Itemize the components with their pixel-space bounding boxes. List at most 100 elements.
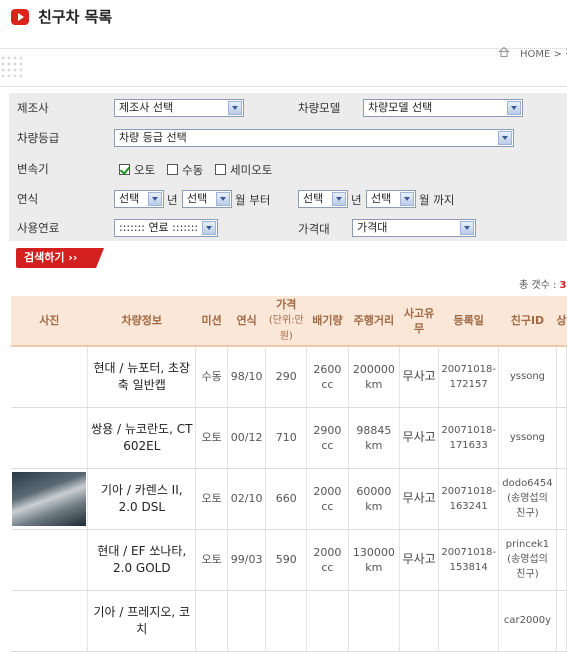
- header-car-info: 차량정보: [87, 296, 196, 347]
- extra-cell: [556, 468, 567, 530]
- grade-label: 차량등급: [17, 131, 60, 145]
- mileage-cell: 200000 km: [348, 346, 400, 408]
- photo-cell: [11, 468, 89, 530]
- to-month-value: 선택: [371, 192, 392, 205]
- accident-cell: 무사고: [399, 468, 440, 530]
- fuel-label: 사용연료: [17, 221, 60, 235]
- friend-id-cell: car2000y: [498, 590, 557, 652]
- chevron-down-icon[interactable]: [148, 192, 162, 206]
- registered-cell: [438, 590, 500, 652]
- results-table: 사진 차량정보 미션 연식 가격 (단위:만원) 배기량 주행거리 사고유무 등록…: [11, 296, 567, 652]
- from-year-select[interactable]: 선택: [114, 190, 164, 208]
- fuel-select[interactable]: ::::::: 연료 :::::::: [114, 219, 218, 237]
- price-range-select[interactable]: 가격대: [352, 219, 476, 237]
- header-year: 연식: [227, 296, 266, 347]
- chevron-down-icon[interactable]: [216, 192, 230, 206]
- year-cell: 98/10: [227, 346, 267, 408]
- chevron-down-icon[interactable]: [332, 192, 346, 206]
- page-title: 친구차 목록: [38, 8, 113, 26]
- from-year-unit: 년: [167, 193, 178, 207]
- breadcrumb[interactable]: HOME > 친: [520, 45, 567, 60]
- maker-select[interactable]: 제조사 선택: [114, 99, 244, 117]
- chevron-down-icon[interactable]: [460, 221, 474, 235]
- manual-checkbox[interactable]: [167, 164, 178, 175]
- chevron-down-icon[interactable]: [400, 192, 414, 206]
- mission-cell: 수동: [195, 346, 228, 408]
- friend-id-cell: yssong: [498, 346, 557, 408]
- table-row[interactable]: 쌍용 / 뉴코란도, CT 602EL 오토 00/12 710 2900 cc…: [11, 407, 567, 469]
- chevron-down-icon[interactable]: [498, 131, 512, 145]
- friend-id-cell: yssong: [498, 407, 557, 469]
- auto-checkbox-label: 오토: [134, 163, 156, 177]
- play-icon: [11, 9, 29, 25]
- fuel-select-value: ::::::: 연료 :::::::: [119, 221, 199, 234]
- car-info-link[interactable]: 쌍용 / 뉴코란도, CT 602EL: [87, 407, 197, 469]
- car-photo[interactable]: [12, 471, 87, 526]
- table-row[interactable]: 현대 / 뉴포터, 초장축 일반캡 수동 98/10 290 2600 cc 2…: [11, 346, 567, 408]
- to-month-select[interactable]: 선택: [366, 190, 416, 208]
- chevron-down-icon[interactable]: [507, 101, 521, 115]
- auto-checkbox[interactable]: [119, 164, 130, 175]
- friend-id-cell: princek1 (송영섭의 친구): [498, 529, 557, 591]
- home-icon: [498, 46, 510, 57]
- header-mileage: 주행거리: [348, 296, 400, 347]
- chevron-down-icon[interactable]: [202, 221, 216, 235]
- car-info-link[interactable]: 현대 / 뉴포터, 초장축 일반캡: [87, 346, 197, 408]
- car-info-link[interactable]: 기아 / 프레지오, 코치: [87, 590, 197, 652]
- price-cell: [265, 590, 308, 652]
- extra-cell: [556, 590, 567, 652]
- from-month-value: 선택: [187, 192, 208, 205]
- table-row[interactable]: 현대 / EF 쏘나타, 2.0 GOLD 오토 99/03 590 2000 …: [11, 529, 567, 591]
- header-friend-id: 친구ID: [498, 296, 557, 347]
- header-displacement: 배기량: [306, 296, 349, 347]
- to-year-select[interactable]: 선택: [298, 190, 348, 208]
- table-row[interactable]: 기아 / 프레지오, 코치 car2000y: [11, 590, 567, 652]
- from-month-select[interactable]: 선택: [182, 190, 232, 208]
- table-row[interactable]: 기아 / 카렌스 II, 2.0 DSL 오토 02/10 660 2000 c…: [11, 468, 567, 530]
- chevron-down-icon[interactable]: [228, 101, 242, 115]
- mileage-cell: 98845 km: [348, 407, 400, 469]
- mission-cell: 오토: [195, 407, 228, 469]
- mission-cell: 오토: [195, 529, 228, 591]
- displacement-cell: 2000 cc: [306, 468, 349, 530]
- from-month-unit: 월 부터: [235, 193, 271, 207]
- registered-cell: 20071018-163241: [438, 468, 500, 530]
- header-price: 가격 (단위:만원): [265, 296, 307, 347]
- registered-cell: 20071018-171633: [438, 407, 500, 469]
- friend-id-cell: dodo6454 (송영섭의 친구): [498, 468, 557, 530]
- maker-label: 제조사: [17, 101, 49, 115]
- displacement-cell: 2000 cc: [306, 529, 349, 591]
- manual-checkbox-label: 수동: [182, 163, 204, 177]
- model-select[interactable]: 차량모델 선택: [363, 99, 523, 117]
- photo-cell: [11, 590, 89, 652]
- displacement-cell: 2600 cc: [306, 346, 349, 408]
- year-cell: 00/12: [227, 407, 267, 469]
- semi-auto-checkbox-label: 세미오토: [230, 163, 273, 177]
- car-info-link[interactable]: 기아 / 카렌스 II, 2.0 DSL: [87, 468, 197, 530]
- displacement-cell: 2900 cc: [306, 407, 349, 469]
- year-cell: [227, 590, 267, 652]
- from-year-value: 선택: [119, 192, 140, 205]
- extra-cell: [556, 407, 567, 469]
- title-divider: [0, 48, 567, 49]
- price-range-value: 가격대: [357, 221, 388, 234]
- breadcrumb-divider: [0, 86, 567, 87]
- registered-cell: 20071018-153814: [438, 529, 500, 591]
- extra-cell: [556, 346, 567, 408]
- grade-select-value: 차량 등급 선택: [119, 131, 187, 144]
- year-label: 연식: [17, 192, 39, 206]
- header-mission: 미션: [195, 296, 228, 347]
- search-button[interactable]: 검색하기 ››: [16, 248, 104, 268]
- photo-cell: [11, 407, 89, 469]
- header-price-unit: (단위:만원): [268, 315, 304, 342]
- mileage-cell: [348, 590, 400, 652]
- total-count-value: 3: [559, 280, 567, 291]
- mileage-cell: 130000 km: [348, 529, 400, 591]
- semi-auto-checkbox[interactable]: [215, 164, 226, 175]
- grade-select[interactable]: 차량 등급 선택: [114, 129, 514, 147]
- price-range-label: 가격대: [298, 222, 330, 236]
- mission-cell: [195, 590, 228, 652]
- car-info-link[interactable]: 현대 / EF 쏘나타, 2.0 GOLD: [87, 529, 197, 591]
- total-count-label: 총 갯수 :: [519, 280, 560, 291]
- extra-cell: [556, 529, 567, 591]
